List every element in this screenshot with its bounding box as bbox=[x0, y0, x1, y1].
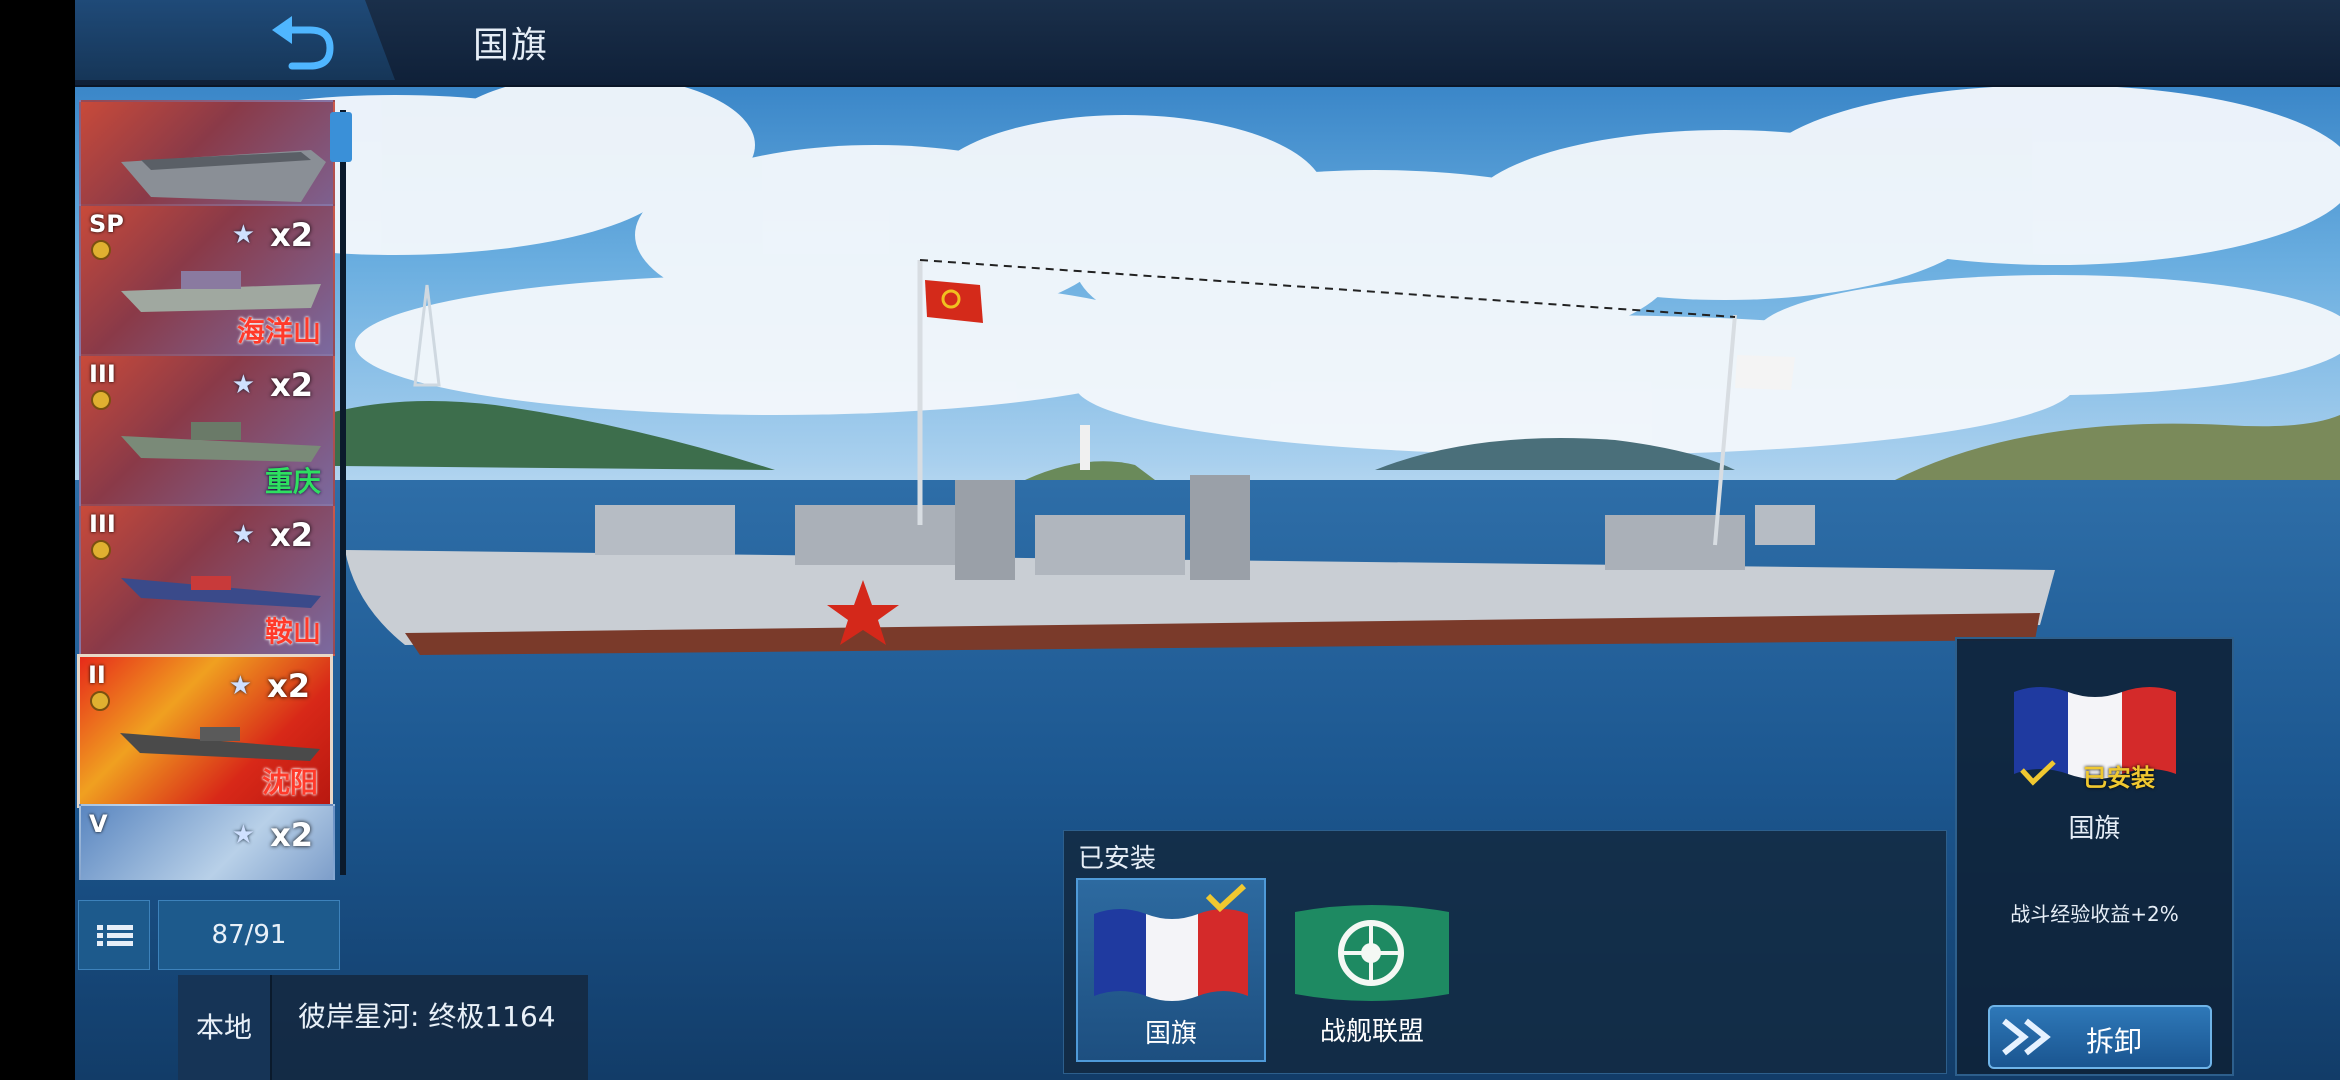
server-local-button[interactable]: 本地 bbox=[178, 975, 272, 1080]
ship-tier: V bbox=[89, 810, 108, 838]
alliance-flag-icon bbox=[1295, 905, 1449, 1001]
detail-name: 国旗 bbox=[2068, 814, 2121, 844]
ship-card-tier-v[interactable]: V ★ x2 bbox=[79, 804, 335, 880]
top-bar: 国旗 bbox=[75, 0, 2340, 87]
ship-card-shenyang-selected[interactable]: II ★ x2 沈阳 bbox=[77, 654, 333, 808]
page-title: 国旗 bbox=[473, 25, 550, 66]
back-zone bbox=[75, 0, 395, 80]
uninstall-button[interactable]: 拆卸 bbox=[1988, 1005, 2212, 1069]
ship-tier: II bbox=[88, 661, 106, 689]
french-flag-icon bbox=[1094, 909, 1248, 1001]
slot-fleet-alliance[interactable]: 战舰联盟 bbox=[1279, 878, 1465, 1058]
double-chevron-icon bbox=[2002, 1018, 2051, 1056]
ship-name: 鞍山 bbox=[264, 615, 321, 648]
ship-name: 重庆 bbox=[264, 465, 321, 498]
ship-tier: III bbox=[89, 510, 116, 538]
rank-badge-icon bbox=[90, 691, 110, 711]
installed-title: 已安装 bbox=[1078, 844, 1157, 874]
list-icon bbox=[97, 925, 133, 946]
ship-thumbnail bbox=[111, 846, 331, 880]
check-icon bbox=[1205, 883, 1247, 912]
uninstall-label: 拆卸 bbox=[2086, 1025, 2143, 1058]
ship-name: 海洋山 bbox=[236, 315, 321, 348]
scrollbar-thumb[interactable] bbox=[330, 112, 352, 162]
ship-card-chongqing[interactable]: III ★ x2 重庆 bbox=[79, 354, 335, 506]
slot-label: 国旗 bbox=[1144, 1019, 1197, 1049]
server-name: 彼岸星河: 终极1164 bbox=[298, 1000, 556, 1033]
installed-tag: 已安装 bbox=[2083, 764, 2155, 792]
back-button[interactable] bbox=[270, 12, 340, 72]
rank-badge-icon bbox=[91, 240, 111, 260]
rank-badge-icon bbox=[91, 390, 111, 410]
left-edge bbox=[0, 0, 75, 1080]
ship-list[interactable]: 辽宁 SP ★ x2 海洋山 III ★ x2 重庆 III ★ x2 鞍山 bbox=[75, 100, 355, 880]
ship-list-scrollbar[interactable] bbox=[340, 110, 346, 875]
ship-card-haiyangshan[interactable]: SP ★ x2 海洋山 bbox=[79, 204, 335, 356]
check-icon bbox=[2020, 760, 2056, 786]
rank-badge-icon bbox=[91, 540, 111, 560]
ship-name: 沈阳 bbox=[261, 766, 318, 799]
list-view-button[interactable] bbox=[78, 900, 150, 970]
detail-bonus: 战斗经验收益+2% bbox=[2010, 902, 2179, 926]
slot-label: 战舰联盟 bbox=[1319, 1017, 1424, 1047]
back-arrow-icon bbox=[272, 16, 334, 70]
ship-card-anshan[interactable]: III ★ x2 鞍山 bbox=[79, 504, 335, 656]
slot-national-flag[interactable]: 国旗 bbox=[1076, 878, 1266, 1062]
ship-tier: SP bbox=[89, 210, 124, 238]
ship-tier: III bbox=[89, 360, 116, 388]
ship-count: 87/91 bbox=[158, 900, 340, 970]
